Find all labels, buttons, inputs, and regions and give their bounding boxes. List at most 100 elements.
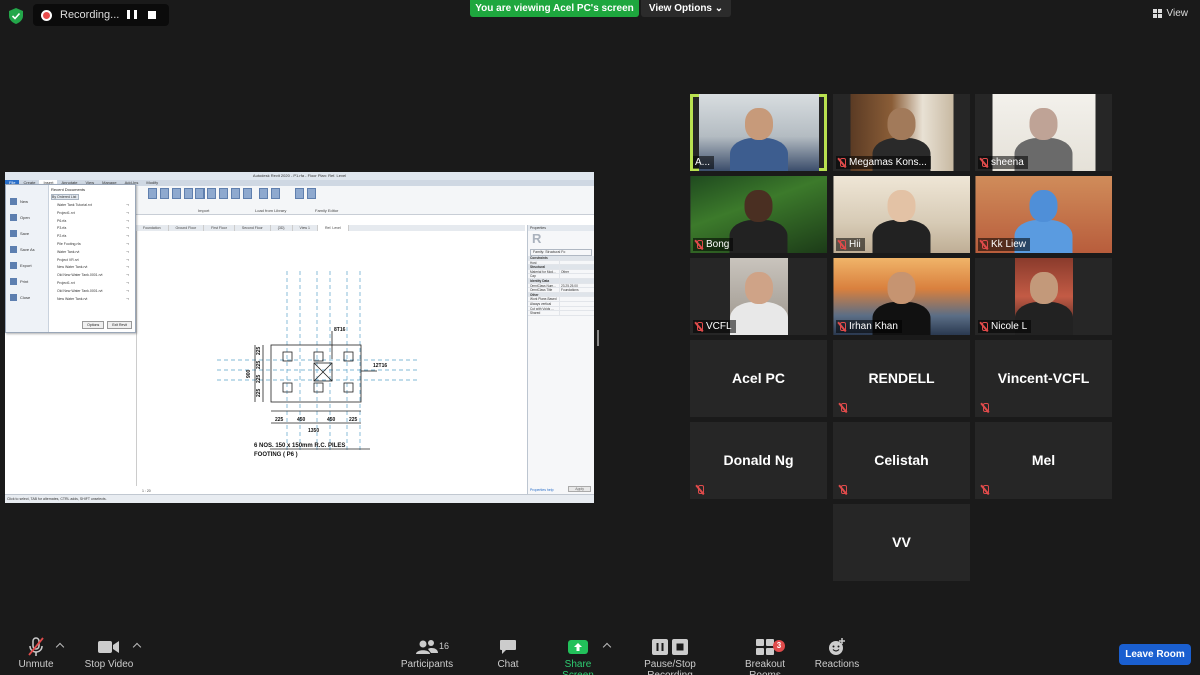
recent-sort-select[interactable]: By Ordered List [51, 194, 79, 200]
file-menu-item[interactable]: Save [6, 225, 48, 241]
recent-document[interactable]: Old New Water Tank.0001.rvt ⊸ [51, 272, 133, 280]
revit-drawing-canvas[interactable]: 8T16 12T16 900 225 225 225 225 225 450 4… [136, 231, 525, 486]
property-value[interactable] [559, 311, 594, 315]
file-menu-item[interactable]: New [6, 193, 48, 209]
recent-document[interactable]: P6.rfa ⊸ [51, 218, 133, 226]
ribbon-group-library[interactable] [259, 188, 280, 199]
pin-icon[interactable]: ⊸ [126, 241, 129, 249]
exit-revit-button[interactable]: Exit Revit [107, 321, 132, 329]
property-value[interactable]: Foundations [559, 288, 594, 292]
pin-icon[interactable]: ⊸ [126, 233, 129, 241]
participant-tile[interactable]: Vincent-VCFL [975, 340, 1112, 417]
property-value[interactable] [559, 306, 594, 311]
participant-tile[interactable]: Donald Ng [690, 422, 827, 499]
pin-icon[interactable]: ⊸ [126, 264, 129, 272]
split-view-handle[interactable] [597, 330, 599, 346]
participant-tile[interactable]: Acel PC [690, 340, 827, 417]
file-menu-item[interactable]: Save As [6, 241, 48, 257]
participant-tile[interactable]: sheena [975, 94, 1112, 171]
property-value[interactable] [559, 260, 594, 265]
participant-tile[interactable]: VV [833, 504, 970, 581]
property-value[interactable] [559, 301, 594, 306]
file-menu-item-label: Open [20, 214, 30, 220]
participant-name: Acel PC [732, 370, 785, 386]
property-value[interactable]: 23.25.25.00 [559, 283, 594, 288]
participant-tile[interactable]: Mel [975, 422, 1112, 499]
property-value[interactable] [559, 297, 594, 301]
participant-tile[interactable]: A... [690, 94, 827, 171]
stop-recording-icon[interactable] [148, 11, 156, 19]
properties-type-selector[interactable]: Family: Structural Fo [530, 249, 592, 256]
pin-icon[interactable]: ⊸ [126, 202, 129, 210]
pin-icon[interactable]: ⊸ [126, 280, 129, 288]
recent-document[interactable]: Project1.rvt ⊸ [51, 210, 133, 218]
pause-stop-recording-button[interactable]: Pause/Stop Recording [622, 636, 718, 675]
pin-icon[interactable]: ⊸ [126, 257, 129, 265]
file-command-icon [10, 213, 17, 221]
property-row[interactable]: Shared [528, 311, 594, 316]
participant-tile[interactable]: Megamas Kons... [833, 94, 970, 171]
mic-muted-icon [981, 485, 989, 495]
pause-recording-icon[interactable] [127, 10, 137, 20]
reactions-button[interactable]: Reactions [814, 636, 860, 670]
participant-tile[interactable]: Hii [833, 176, 970, 253]
pin-icon[interactable]: ⊸ [126, 296, 129, 304]
view-options-button[interactable]: View Options ⌄ [641, 0, 731, 17]
dim-total-vertical: 900 [246, 369, 252, 378]
pin-icon[interactable]: ⊸ [126, 225, 129, 233]
shared-screen[interactable]: Autodesk Revit 2020 - P1.rfa - Floor Pla… [5, 172, 594, 503]
pin-icon[interactable]: ⊸ [126, 288, 129, 296]
reactions-label: Reactions [814, 659, 860, 670]
mic-muted-icon [695, 321, 703, 332]
ribbon-group-family-editor[interactable] [295, 188, 316, 199]
leave-room-button[interactable]: Leave Room [1119, 644, 1191, 665]
view-button[interactable]: View [1152, 8, 1188, 19]
properties-panel[interactable]: Properties R Family: Structural Fo Const… [527, 225, 594, 494]
recent-document[interactable]: New Water Tank.rvt ⊸ [51, 296, 133, 304]
stop-video-button[interactable]: Stop Video [84, 636, 134, 670]
participant-name-tag: Kk Liew [978, 238, 1031, 251]
recent-document[interactable]: Project VR.rvt ⊸ [51, 257, 133, 265]
properties-apply-button[interactable]: Apply [568, 486, 591, 492]
view-scale[interactable]: 1 : 20 [142, 489, 151, 493]
participant-tile[interactable]: RENDELL [833, 340, 970, 417]
participant-tile[interactable]: Irhan Khan [833, 258, 970, 335]
ribbon-group-import[interactable] [195, 188, 252, 199]
recent-document[interactable]: New Water Tank.rvt ⊸ [51, 264, 133, 272]
pin-icon[interactable]: ⊸ [126, 218, 129, 226]
participant-tile[interactable]: Bong [690, 176, 827, 253]
file-menu-item[interactable]: Print [6, 273, 48, 289]
pin-icon[interactable]: ⊸ [126, 249, 129, 257]
recent-document[interactable]: Pile Footing.rfa ⊸ [51, 241, 133, 249]
participant-body [729, 302, 788, 335]
recent-document[interactable]: P3.rfa ⊸ [51, 225, 133, 233]
shield-icon[interactable] [9, 8, 23, 24]
participant-tile[interactable]: Kk Liew [975, 176, 1112, 253]
pin-icon[interactable]: ⊸ [126, 272, 129, 280]
file-menu-item[interactable]: Open [6, 209, 48, 225]
file-menu-item[interactable]: Close [6, 289, 48, 305]
recent-document[interactable]: Water Tank.rvt ⊸ [51, 249, 133, 257]
file-menu-item[interactable]: Export [6, 257, 48, 273]
recent-document[interactable]: P2.rfa ⊸ [51, 233, 133, 241]
recent-document-name: New Water Tank.rvt [57, 296, 88, 301]
ribbon-panel-import: Import [198, 208, 210, 213]
recent-document[interactable]: Old New Water Tank.0001.rvt ⊸ [51, 288, 133, 296]
pause-stop-recording-label: Pause/Stop Recording [644, 659, 696, 675]
file-menu-options-button[interactable]: Options [82, 321, 105, 329]
breakout-rooms-button[interactable]: Breakout Rooms [728, 636, 802, 675]
properties-help-link[interactable]: Properties help [530, 488, 554, 492]
video-options-caret[interactable] [132, 642, 142, 652]
unmute-button[interactable]: Unmute [14, 636, 58, 670]
participant-tile[interactable]: Celistah [833, 422, 970, 499]
recent-document[interactable]: Water Tank Tutorial.rvt ⊸ [51, 202, 133, 210]
participant-tile[interactable]: Nicole L [975, 258, 1112, 335]
participant-tile[interactable]: VCFL [690, 258, 827, 335]
share-screen-button[interactable]: Share Screen [548, 636, 608, 675]
dim-vertical-1: 225 [256, 346, 262, 355]
recent-document[interactable]: Project1.rvt ⊸ [51, 280, 133, 288]
chat-button[interactable]: Chat [493, 636, 523, 670]
property-value[interactable] [559, 274, 594, 278]
property-value[interactable]: Other [559, 269, 594, 274]
pin-icon[interactable]: ⊸ [126, 210, 129, 218]
